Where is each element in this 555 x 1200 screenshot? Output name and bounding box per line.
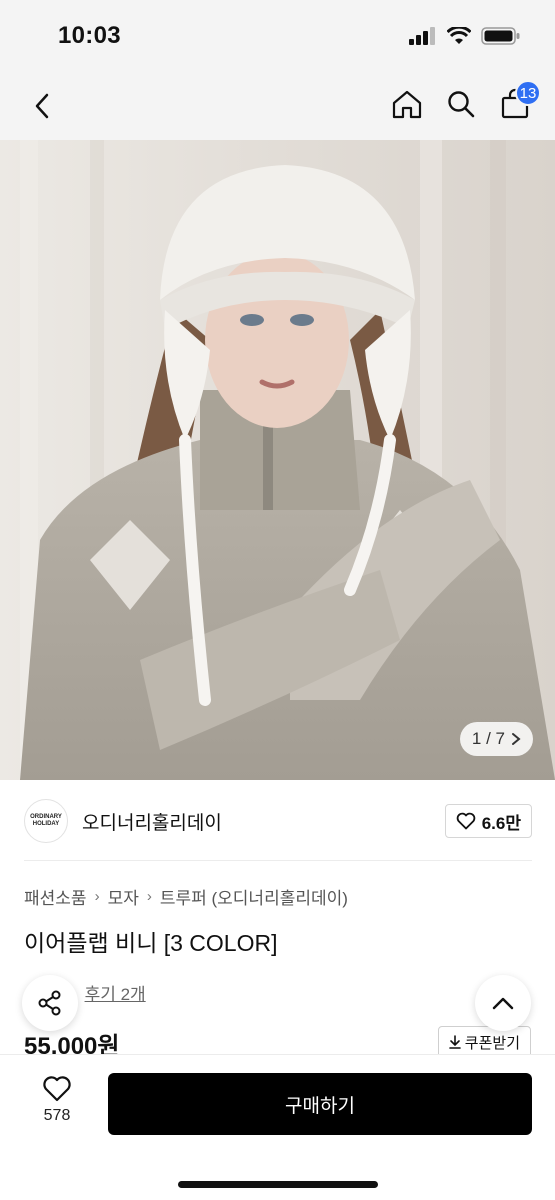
chevron-right-icon: › <box>146 888 152 905</box>
breadcrumb: 패션소품 › 모자 › 트루퍼 (오디너리홀리데이) <box>24 884 348 909</box>
wifi-icon <box>447 27 471 44</box>
breadcrumb-item[interactable]: 패션소품 <box>24 884 87 909</box>
status-icons <box>409 26 521 46</box>
brand-logo-line1: ORDINARY <box>30 814 62 820</box>
brand-logo[interactable]: ORDINARY HOLIDAY <box>24 799 68 843</box>
brand-like-button[interactable]: 6.6만 <box>444 804 532 838</box>
product-photo <box>0 140 555 780</box>
buy-button[interactable]: 구매하기 <box>108 1073 532 1135</box>
scroll-top-button[interactable] <box>475 975 531 1031</box>
brand-row: ORDINARY HOLIDAY 오디너리홀리데이 6.6만 <box>24 798 532 844</box>
share-button[interactable] <box>22 975 78 1031</box>
brand-name[interactable]: 오디너리홀리데이 <box>82 808 222 835</box>
divider <box>24 860 532 861</box>
breadcrumb-item[interactable]: 트루퍼 (오디너리홀리데이) <box>160 884 348 909</box>
status-bar: 10:03 <box>0 0 555 72</box>
brand-like-count: 6.6만 <box>481 813 521 833</box>
chevron-left-icon <box>35 93 49 119</box>
battery-icon <box>481 27 520 45</box>
breadcrumb-item[interactable]: 모자 <box>108 884 139 909</box>
heart-icon <box>43 1076 71 1102</box>
home-indicator <box>178 1181 378 1188</box>
chevron-up-icon <box>492 997 514 1010</box>
wishlist-button[interactable]: 578 <box>30 1075 84 1125</box>
brand-logo-line2: HOLIDAY <box>32 821 60 827</box>
chevron-right-icon <box>512 733 521 745</box>
cart-count-badge: 13 <box>515 80 541 106</box>
search-icon <box>448 91 475 118</box>
status-time: 10:03 <box>58 22 121 49</box>
image-counter[interactable]: 1 / 7 <box>459 722 533 756</box>
coupon-label: 쿠폰받기 <box>464 1034 520 1052</box>
download-icon <box>448 1035 461 1049</box>
share-icon <box>38 990 61 1016</box>
back-button[interactable] <box>24 86 60 126</box>
bottom-action-bar: 578 구매하기 <box>0 1054 555 1200</box>
image-counter-text: 1 / 7 <box>471 729 505 748</box>
nav-bar: 13 <box>0 72 555 140</box>
heart-icon <box>456 812 476 830</box>
home-icon <box>392 90 422 119</box>
nav-actions: 13 <box>389 80 541 124</box>
home-button[interactable] <box>389 84 425 124</box>
cart-button[interactable]: 13 <box>497 80 541 124</box>
search-button[interactable] <box>443 84 479 124</box>
product-title: 이어플랩 비니 [3 COLOR] <box>24 930 278 956</box>
review-count-link[interactable]: 후기 2개 <box>85 980 146 1005</box>
signal-icon <box>409 27 435 45</box>
product-image[interactable]: 1 / 7 <box>0 140 555 780</box>
chevron-right-icon: › <box>94 888 100 905</box>
wishlist-count: 578 <box>43 1107 71 1124</box>
